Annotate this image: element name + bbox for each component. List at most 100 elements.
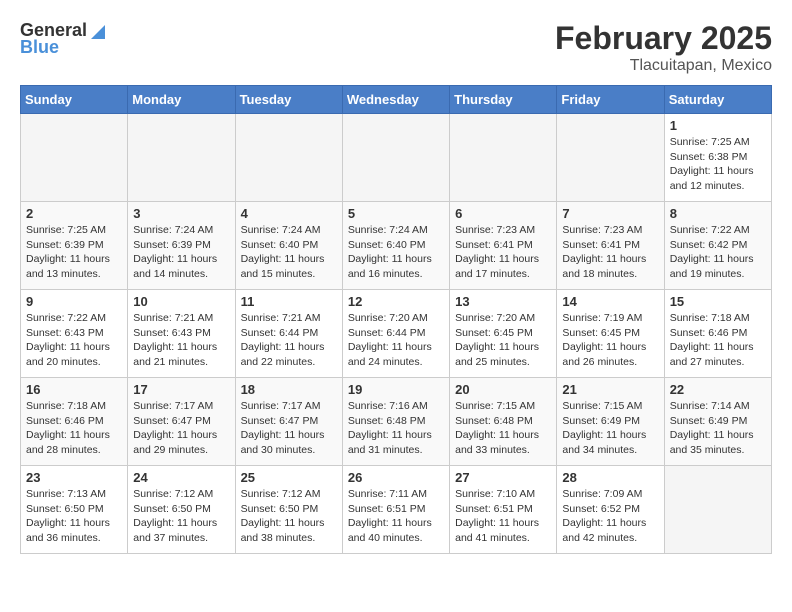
calendar-cell: 8 Sunrise: 7:22 AM Sunset: 6:42 PM Daylig… — [664, 202, 771, 290]
calendar-cell: 12 Sunrise: 7:20 AM Sunset: 6:44 PM Dayli… — [342, 290, 449, 378]
day-info: Sunrise: 7:24 AM Sunset: 6:40 PM Dayligh… — [348, 223, 444, 282]
calendar-cell: 22 Sunrise: 7:14 AM Sunset: 6:49 PM Dayli… — [664, 378, 771, 466]
day-info: Sunrise: 7:13 AM Sunset: 6:50 PM Dayligh… — [26, 487, 122, 546]
day-info: Sunrise: 7:20 AM Sunset: 6:44 PM Dayligh… — [348, 311, 444, 370]
day-number: 10 — [133, 294, 229, 309]
day-number: 4 — [241, 206, 337, 221]
day-number: 23 — [26, 470, 122, 485]
title-section: February 2025 Tlacuitapan, Mexico — [555, 20, 772, 75]
calendar-cell: 6 Sunrise: 7:23 AM Sunset: 6:41 PM Daylig… — [450, 202, 557, 290]
location-subtitle: Tlacuitapan, Mexico — [555, 57, 772, 75]
calendar-cell — [128, 114, 235, 202]
day-info: Sunrise: 7:18 AM Sunset: 6:46 PM Dayligh… — [670, 311, 766, 370]
day-info: Sunrise: 7:12 AM Sunset: 6:50 PM Dayligh… — [133, 487, 229, 546]
calendar-cell — [342, 114, 449, 202]
calendar-week-row: 1Sunrise: 7:25 AM Sunset: 6:38 PM Daylig… — [21, 114, 772, 202]
day-number: 16 — [26, 382, 122, 397]
page-header: General Blue February 2025 Tlacuitapan, … — [20, 20, 772, 75]
day-number: 22 — [670, 382, 766, 397]
day-info: Sunrise: 7:17 AM Sunset: 6:47 PM Dayligh… — [241, 399, 337, 458]
calendar-cell: 20 Sunrise: 7:15 AM Sunset: 6:48 PM Dayli… — [450, 378, 557, 466]
calendar-cell: 18 Sunrise: 7:17 AM Sunset: 6:47 PM Dayli… — [235, 378, 342, 466]
day-info: Sunrise: 7:14 AM Sunset: 6:49 PM Dayligh… — [670, 399, 766, 458]
day-number: 25 — [241, 470, 337, 485]
calendar-cell: 24 Sunrise: 7:12 AM Sunset: 6:50 PM Dayli… — [128, 466, 235, 554]
day-number: 13 — [455, 294, 551, 309]
day-info: Sunrise: 7:09 AM Sunset: 6:52 PM Dayligh… — [562, 487, 658, 546]
calendar-cell: 27Sunrise: 7:10 AM Sunset: 6:51 PM Dayli… — [450, 466, 557, 554]
calendar-cell: 11 Sunrise: 7:21 AM Sunset: 6:44 PM Dayli… — [235, 290, 342, 378]
day-info: Sunrise: 7:16 AM Sunset: 6:48 PM Dayligh… — [348, 399, 444, 458]
calendar-week-row: 16 Sunrise: 7:18 AM Sunset: 6:46 PM Dayli… — [21, 378, 772, 466]
calendar-cell — [21, 114, 128, 202]
day-info: Sunrise: 7:21 AM Sunset: 6:44 PM Dayligh… — [241, 311, 337, 370]
calendar-table: SundayMondayTuesdayWednesdayThursdayFrid… — [20, 85, 772, 554]
day-number: 1 — [670, 118, 766, 133]
calendar-cell: 9Sunrise: 7:22 AM Sunset: 6:43 PM Daylig… — [21, 290, 128, 378]
calendar-cell — [664, 466, 771, 554]
day-number: 2 — [26, 206, 122, 221]
calendar-cell — [235, 114, 342, 202]
day-info: Sunrise: 7:20 AM Sunset: 6:45 PM Dayligh… — [455, 311, 551, 370]
calendar-cell: 23 Sunrise: 7:13 AM Sunset: 6:50 PM Dayli… — [21, 466, 128, 554]
calendar-cell: 17 Sunrise: 7:17 AM Sunset: 6:47 PM Dayli… — [128, 378, 235, 466]
calendar-cell: 19 Sunrise: 7:16 AM Sunset: 6:48 PM Dayli… — [342, 378, 449, 466]
calendar-week-row: 23 Sunrise: 7:13 AM Sunset: 6:50 PM Dayli… — [21, 466, 772, 554]
day-info: Sunrise: 7:18 AM Sunset: 6:46 PM Dayligh… — [26, 399, 122, 458]
day-number: 20 — [455, 382, 551, 397]
calendar-cell: 4 Sunrise: 7:24 AM Sunset: 6:40 PM Daylig… — [235, 202, 342, 290]
day-info: Sunrise: 7:23 AM Sunset: 6:41 PM Dayligh… — [562, 223, 658, 282]
weekday-header-friday: Friday — [557, 86, 664, 114]
calendar-cell: 7 Sunrise: 7:23 AM Sunset: 6:41 PM Daylig… — [557, 202, 664, 290]
calendar-cell: 5 Sunrise: 7:24 AM Sunset: 6:40 PM Daylig… — [342, 202, 449, 290]
day-info: Sunrise: 7:10 AM Sunset: 6:51 PM Dayligh… — [455, 487, 551, 546]
logo: General Blue — [20, 20, 107, 58]
month-year-title: February 2025 — [555, 20, 772, 57]
day-number: 18 — [241, 382, 337, 397]
day-info: Sunrise: 7:11 AM Sunset: 6:51 PM Dayligh… — [348, 487, 444, 546]
day-number: 28 — [562, 470, 658, 485]
weekday-header-tuesday: Tuesday — [235, 86, 342, 114]
day-number: 11 — [241, 294, 337, 309]
logo-triangle-icon — [89, 23, 107, 41]
calendar-cell: 16 Sunrise: 7:18 AM Sunset: 6:46 PM Dayli… — [21, 378, 128, 466]
day-number: 12 — [348, 294, 444, 309]
weekday-header-sunday: Sunday — [21, 86, 128, 114]
calendar-cell: 10Sunrise: 7:21 AM Sunset: 6:43 PM Dayli… — [128, 290, 235, 378]
calendar-cell: 28 Sunrise: 7:09 AM Sunset: 6:52 PM Dayli… — [557, 466, 664, 554]
calendar-week-row: 2 Sunrise: 7:25 AM Sunset: 6:39 PM Daylig… — [21, 202, 772, 290]
day-number: 17 — [133, 382, 229, 397]
day-number: 9 — [26, 294, 122, 309]
day-info: Sunrise: 7:15 AM Sunset: 6:48 PM Dayligh… — [455, 399, 551, 458]
day-info: Sunrise: 7:17 AM Sunset: 6:47 PM Dayligh… — [133, 399, 229, 458]
calendar-week-row: 9Sunrise: 7:22 AM Sunset: 6:43 PM Daylig… — [21, 290, 772, 378]
calendar-cell: 1Sunrise: 7:25 AM Sunset: 6:38 PM Daylig… — [664, 114, 771, 202]
weekday-header-saturday: Saturday — [664, 86, 771, 114]
day-info: Sunrise: 7:22 AM Sunset: 6:42 PM Dayligh… — [670, 223, 766, 282]
calendar-cell: 3Sunrise: 7:24 AM Sunset: 6:39 PM Daylig… — [128, 202, 235, 290]
calendar-cell — [557, 114, 664, 202]
day-info: Sunrise: 7:23 AM Sunset: 6:41 PM Dayligh… — [455, 223, 551, 282]
calendar-cell: 2 Sunrise: 7:25 AM Sunset: 6:39 PM Daylig… — [21, 202, 128, 290]
weekday-header-row: SundayMondayTuesdayWednesdayThursdayFrid… — [21, 86, 772, 114]
day-info: Sunrise: 7:24 AM Sunset: 6:40 PM Dayligh… — [241, 223, 337, 282]
calendar-cell: 21Sunrise: 7:15 AM Sunset: 6:49 PM Dayli… — [557, 378, 664, 466]
day-info: Sunrise: 7:15 AM Sunset: 6:49 PM Dayligh… — [562, 399, 658, 458]
weekday-header-wednesday: Wednesday — [342, 86, 449, 114]
day-info: Sunrise: 7:12 AM Sunset: 6:50 PM Dayligh… — [241, 487, 337, 546]
day-number: 6 — [455, 206, 551, 221]
day-number: 19 — [348, 382, 444, 397]
calendar-cell: 15 Sunrise: 7:18 AM Sunset: 6:46 PM Dayli… — [664, 290, 771, 378]
day-number: 24 — [133, 470, 229, 485]
day-number: 5 — [348, 206, 444, 221]
day-info: Sunrise: 7:25 AM Sunset: 6:39 PM Dayligh… — [26, 223, 122, 282]
day-number: 15 — [670, 294, 766, 309]
calendar-cell: 25 Sunrise: 7:12 AM Sunset: 6:50 PM Dayli… — [235, 466, 342, 554]
calendar-cell: 14Sunrise: 7:19 AM Sunset: 6:45 PM Dayli… — [557, 290, 664, 378]
day-number: 3 — [133, 206, 229, 221]
day-number: 26 — [348, 470, 444, 485]
calendar-cell — [450, 114, 557, 202]
calendar-cell: 26 Sunrise: 7:11 AM Sunset: 6:51 PM Dayli… — [342, 466, 449, 554]
day-number: 8 — [670, 206, 766, 221]
day-number: 7 — [562, 206, 658, 221]
